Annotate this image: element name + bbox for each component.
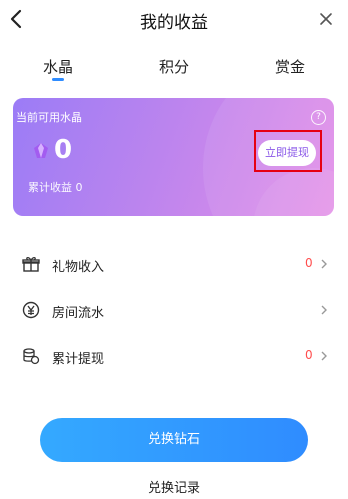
- list-item-label: 礼物收入: [52, 260, 105, 275]
- gift-icon: [22, 257, 40, 272]
- chevron-right-icon: [321, 259, 327, 269]
- tab-bounty[interactable]: 赏金: [250, 56, 330, 77]
- yuan-circle-icon: [22, 301, 40, 319]
- tab-points[interactable]: 积分: [134, 56, 214, 77]
- chevron-right-icon: [321, 351, 327, 361]
- page-title: 我的收益: [140, 13, 208, 33]
- active-tab-indicator: [52, 78, 64, 81]
- list-item-gift-income[interactable]: 礼物收入 0: [0, 242, 348, 286]
- exchange-history-link[interactable]: 兑换记录: [0, 477, 348, 496]
- crystal-balance-value: 0: [54, 135, 73, 165]
- top-bar: 我的收益: [0, 0, 348, 40]
- gift-income-count: 0: [305, 256, 313, 270]
- list-item-label: 累计提现: [52, 352, 105, 367]
- list-item-label: 房间流水: [52, 306, 105, 321]
- crystal-gem-icon: [34, 143, 48, 158]
- chevron-right-icon: [321, 305, 327, 315]
- help-icon[interactable]: ?: [311, 110, 326, 125]
- cumulative-earnings: 累计收益 0: [28, 181, 83, 194]
- coin-stack-icon: [23, 348, 40, 365]
- exchange-diamonds-button[interactable]: 兑换钻石: [40, 418, 308, 462]
- total-withdrawn-count: 0: [305, 348, 313, 362]
- tab-crystal[interactable]: 水晶: [18, 56, 98, 77]
- close-icon[interactable]: [318, 11, 334, 27]
- list-item-total-withdrawn[interactable]: 累计提现 0: [0, 334, 348, 378]
- list-item-room-flow[interactable]: 房间流水: [0, 288, 348, 332]
- available-crystal-label: 当前可用水晶: [16, 111, 82, 124]
- highlight-box: [254, 130, 322, 172]
